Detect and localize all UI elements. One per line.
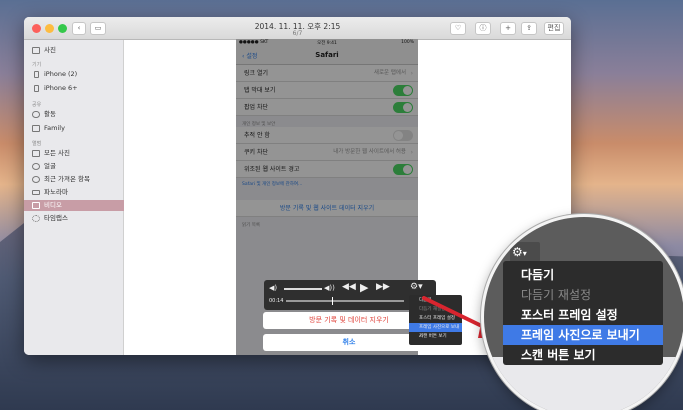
favorite-button[interactable]: ♡: [450, 22, 466, 35]
sidebar-item-recent-imports[interactable]: 최근 가져온 항목: [24, 174, 124, 185]
shared-header: 공유: [32, 102, 42, 108]
photos-icon: [32, 47, 40, 54]
play-icon[interactable]: ▶: [360, 281, 368, 294]
sidebar-item-videos[interactable]: 비디오: [24, 200, 124, 211]
menu-item-show-scan-buttons[interactable]: 스캔 버튼 보기: [503, 345, 663, 365]
volume-slider[interactable]: [284, 288, 322, 290]
gear-icon[interactable]: ⚙▾: [410, 282, 423, 292]
zoom-magnifier: ⚙▾ 다듬기 다듬기 재설정 포스터 프레임 설정 프레임 사진으로 보내기 스…: [481, 214, 683, 410]
sidebar-item-device[interactable]: iPhone 6+: [24, 83, 124, 94]
elapsed-time: 00:14: [269, 298, 284, 304]
video-icon: [32, 202, 40, 209]
gear-menu-zoomed: 다듬기 다듬기 재설정 포스터 프레임 설정 프레임 사진으로 보내기 스캔 버…: [503, 261, 663, 365]
timelapse-icon: [32, 215, 40, 222]
shared-album-icon: [32, 125, 40, 132]
sidebar-item-faces[interactable]: 얼굴: [24, 161, 124, 172]
rewind-icon[interactable]: ◀◀: [342, 282, 356, 292]
info-button[interactable]: ⓘ: [475, 22, 491, 35]
face-icon: [32, 163, 40, 170]
volume-max-icon: ◀)): [324, 284, 335, 292]
sidebar-item-activity[interactable]: 활동: [24, 109, 124, 120]
volume-icon[interactable]: ◀): [269, 284, 277, 292]
edit-button[interactable]: 편집: [544, 22, 564, 35]
sidebar-item-panoramas[interactable]: 파노라마: [24, 187, 124, 198]
sidebar-item-family[interactable]: Family: [24, 123, 124, 134]
iphone-icon: [34, 71, 39, 78]
info-icon: ⓘ: [479, 24, 487, 32]
share-button[interactable]: ⇪: [521, 22, 537, 35]
cloud-icon: [32, 111, 40, 118]
sidebar-item-device[interactable]: iPhone (2): [24, 69, 124, 80]
menu-item-send-frame-to-photos[interactable]: 프레임 사진으로 보내기: [503, 325, 663, 345]
menu-item-trim[interactable]: 다듬기: [503, 265, 663, 285]
title-bar: ‹ ▭ 2014. 11. 11. 오후 2:15 6/7 ♡ ⓘ + ⇪ 편집: [24, 17, 571, 40]
add-button[interactable]: +: [500, 22, 516, 35]
heart-icon: ♡: [454, 24, 462, 32]
sidebar: 사진 기기 iPhone (2) iPhone 6+ 공유 활동 Family …: [24, 40, 124, 355]
fast-forward-icon[interactable]: ▶▶: [376, 282, 390, 292]
clock-icon: [32, 176, 40, 183]
plus-icon: +: [505, 24, 511, 32]
iphone-icon: [34, 85, 39, 92]
sidebar-item-all-photos[interactable]: 모든 사진: [24, 148, 124, 159]
menu-item-set-poster-frame[interactable]: 포스터 프레임 설정: [503, 305, 663, 325]
album-icon: [32, 150, 40, 157]
playhead[interactable]: [332, 297, 333, 305]
devices-header: 기기: [32, 62, 42, 68]
panorama-icon: [32, 190, 40, 195]
gear-icon[interactable]: ⚙▾: [510, 242, 540, 262]
menu-item-reset-trim: 다듬기 재설정: [521, 288, 592, 302]
scrubber-bar[interactable]: [286, 300, 404, 302]
sidebar-item-timelapse[interactable]: 타임랩스: [24, 213, 124, 224]
share-icon: ⇪: [526, 24, 532, 32]
sidebar-item-photos[interactable]: 사진: [24, 45, 124, 56]
albums-header: 앨범: [32, 141, 42, 147]
